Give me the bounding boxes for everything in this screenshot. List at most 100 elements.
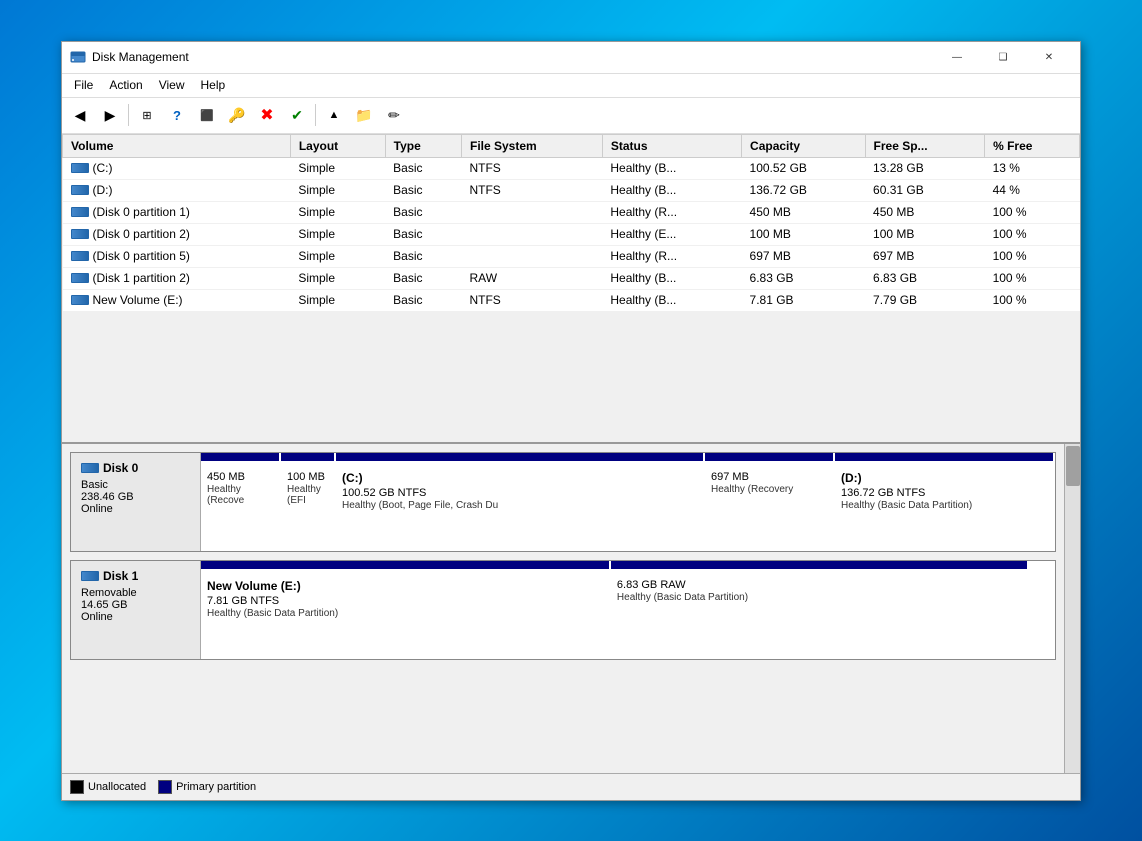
menu-view[interactable]: View <box>151 76 193 94</box>
cell-capacity: 7.81 GB <box>742 289 866 311</box>
p0-c-name: (C:) <box>342 471 697 485</box>
disk-0-title: Disk 0 <box>103 461 138 475</box>
cell-status: Healthy (R... <box>602 245 741 267</box>
toolbar-help[interactable]: ? <box>163 102 191 128</box>
col-pct: % Free <box>985 134 1080 157</box>
disk-1-partition-raw[interactable]: 6.83 GB RAW Healthy (Basic Data Partitio… <box>611 561 1029 659</box>
toolbar-rescan[interactable]: ⬛ <box>193 102 221 128</box>
toolbar-back[interactable]: ◀ <box>66 102 94 128</box>
cell-status: Healthy (B... <box>602 267 741 289</box>
col-status: Status <box>602 134 741 157</box>
cell-status: Healthy (E... <box>602 223 741 245</box>
p1-e-desc: Healthy (Basic Data Partition) <box>207 608 603 619</box>
col-filesystem: File System <box>461 134 602 157</box>
main-content: Volume Layout Type File System Status Ca… <box>62 134 1080 800</box>
volume-table-area: Volume Layout Type File System Status Ca… <box>62 134 1080 444</box>
table-row[interactable]: (Disk 1 partition 2) Simple Basic RAW He… <box>63 267 1080 289</box>
cell-fs <box>461 223 602 245</box>
window-title: Disk Management <box>92 50 934 64</box>
disk-0-partition-2[interactable]: 100 MB Healthy (EFI <box>281 453 336 551</box>
cell-fs: NTFS <box>461 179 602 201</box>
toolbar-key[interactable]: 🔑 <box>223 102 251 128</box>
toolbar-folder[interactable]: 📁 <box>350 102 378 128</box>
toolbar-forward[interactable]: ▶ <box>96 102 124 128</box>
maximize-button[interactable]: ❑ <box>980 41 1026 73</box>
cell-free: 100 MB <box>865 223 985 245</box>
cell-type: Basic <box>385 245 461 267</box>
p0-2-desc: Healthy (EFI <box>287 484 328 506</box>
cell-type: Basic <box>385 223 461 245</box>
cell-pct: 100 % <box>985 201 1080 223</box>
disk-1-partition-e[interactable]: New Volume (E:) 7.81 GB NTFS Healthy (Ba… <box>201 561 611 659</box>
cell-pct: 100 % <box>985 223 1080 245</box>
menu-bar: File Action View Help <box>62 74 1080 98</box>
app-icon <box>70 49 86 65</box>
cell-layout: Simple <box>290 157 385 179</box>
cell-fs <box>461 245 602 267</box>
close-button[interactable]: ✕ <box>1026 41 1072 73</box>
col-capacity: Capacity <box>742 134 866 157</box>
minimize-button[interactable]: — <box>934 41 980 73</box>
p0-5-size: 697 MB <box>711 471 827 483</box>
volume-table: Volume Layout Type File System Status Ca… <box>62 134 1080 312</box>
cell-layout: Simple <box>290 223 385 245</box>
scrollbar-thumb[interactable] <box>1066 446 1080 486</box>
cell-free: 13.28 GB <box>865 157 985 179</box>
disk-0-partition-c[interactable]: (C:) 100.52 GB NTFS Healthy (Boot, Page … <box>336 453 705 551</box>
cell-free: 450 MB <box>865 201 985 223</box>
menu-help[interactable]: Help <box>193 76 234 94</box>
legend-primary-label: Primary partition <box>176 781 256 793</box>
disk-0-status: Online <box>81 503 190 515</box>
table-row[interactable]: (D:) Simple Basic NTFS Healthy (B... 136… <box>63 179 1080 201</box>
cell-free: 60.31 GB <box>865 179 985 201</box>
toolbar-edit[interactable]: ✏ <box>380 102 408 128</box>
toolbar-check[interactable]: ✔ <box>283 102 311 128</box>
table-row[interactable]: (C:) Simple Basic NTFS Healthy (B... 100… <box>63 157 1080 179</box>
p0-c-size: 100.52 GB NTFS <box>342 487 697 499</box>
disk-0-size: 238.46 GB <box>81 491 190 503</box>
cell-pct: 100 % <box>985 245 1080 267</box>
table-row[interactable]: (Disk 0 partition 1) Simple Basic Health… <box>63 201 1080 223</box>
cell-layout: Simple <box>290 201 385 223</box>
p0-2-size: 100 MB <box>287 471 328 483</box>
cell-volume: (Disk 0 partition 1) <box>63 201 291 223</box>
cell-fs: RAW <box>461 267 602 289</box>
toolbar-delete[interactable]: ✖ <box>253 102 281 128</box>
cell-fs: NTFS <box>461 289 602 311</box>
p1-raw-desc: Healthy (Basic Data Partition) <box>617 592 1021 603</box>
disk-0-type: Basic <box>81 479 190 491</box>
disk-scrollbar[interactable] <box>1064 444 1080 773</box>
cell-type: Basic <box>385 179 461 201</box>
p0-c-desc: Healthy (Boot, Page File, Crash Du <box>342 500 697 511</box>
disk-scroll-area[interactable]: Disk 0 Basic 238.46 GB Online 450 MB Hea… <box>62 444 1064 773</box>
disk-0-partition-d[interactable]: (D:) 136.72 GB NTFS Healthy (Basic Data … <box>835 453 1055 551</box>
col-free: Free Sp... <box>865 134 985 157</box>
p0-1-desc: Healthy (Recove <box>207 484 273 506</box>
menu-file[interactable]: File <box>66 76 101 94</box>
legend-unallocated-box <box>70 780 84 794</box>
table-header-row: Volume Layout Type File System Status Ca… <box>63 134 1080 157</box>
cell-capacity: 697 MB <box>742 245 866 267</box>
table-row[interactable]: New Volume (E:) Simple Basic NTFS Health… <box>63 289 1080 311</box>
cell-pct: 100 % <box>985 289 1080 311</box>
table-row[interactable]: (Disk 0 partition 2) Simple Basic Health… <box>63 223 1080 245</box>
cell-capacity: 100 MB <box>742 223 866 245</box>
legend-primary: Primary partition <box>158 780 256 794</box>
cell-type: Basic <box>385 201 461 223</box>
disk-0-partition-1[interactable]: 450 MB Healthy (Recove <box>201 453 281 551</box>
disk-1-type: Removable <box>81 587 190 599</box>
cell-type: Basic <box>385 157 461 179</box>
table-row[interactable]: (Disk 0 partition 5) Simple Basic Health… <box>63 245 1080 267</box>
p1-raw-size: 6.83 GB RAW <box>617 579 1021 591</box>
cell-status: Healthy (B... <box>602 157 741 179</box>
cell-status: Healthy (B... <box>602 289 741 311</box>
toolbar-properties[interactable]: ⊞ <box>133 102 161 128</box>
toolbar-sep-1 <box>128 104 129 126</box>
p0-5-desc: Healthy (Recovery <box>711 484 827 495</box>
legend-unallocated-label: Unallocated <box>88 781 146 793</box>
cell-capacity: 450 MB <box>742 201 866 223</box>
disk-1-size: 14.65 GB <box>81 599 190 611</box>
disk-0-partition-5[interactable]: 697 MB Healthy (Recovery <box>705 453 835 551</box>
menu-action[interactable]: Action <box>101 76 150 94</box>
toolbar-up[interactable]: ▲ <box>320 102 348 128</box>
